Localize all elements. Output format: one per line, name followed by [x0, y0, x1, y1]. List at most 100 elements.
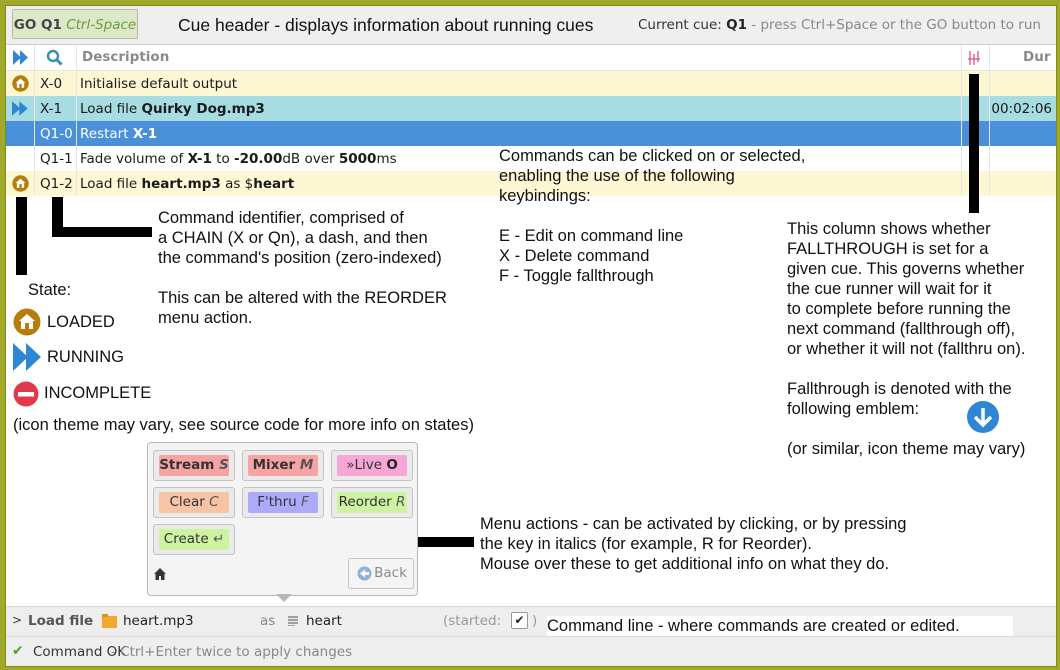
menu-actions-annotation: Menu actions - can be activated by click… — [480, 515, 907, 573]
search-icon[interactable] — [46, 49, 63, 66]
duration-column-header[interactable]: Dur — [1023, 49, 1050, 65]
column-divider — [989, 45, 990, 195]
button-text: F'thru — [257, 494, 301, 510]
name-field[interactable]: heart — [306, 613, 342, 629]
started-close: ) — [532, 613, 538, 629]
status-hint: - Ctrl+Enter twice to apply changes — [111, 644, 353, 660]
cue-description-part: to — [211, 151, 235, 167]
cue-description-part: as $ — [220, 176, 254, 192]
button-text: Stream — [159, 457, 220, 473]
button-key: ↵ — [212, 531, 225, 547]
cue-description-part: Load file — [80, 176, 142, 192]
cue-description-part: X-1 — [132, 126, 158, 142]
fallthrough-column-icon[interactable] — [967, 50, 981, 66]
go-button[interactable]: GO Q1 Ctrl-Space — [12, 9, 138, 39]
command-verb[interactable]: Load file — [28, 613, 93, 629]
column-divider — [76, 45, 77, 195]
fallthrough-button-label: F'thru F — [248, 492, 318, 513]
loaded-state-icon — [12, 75, 29, 92]
annotation-pointer — [969, 74, 979, 213]
cue-row[interactable]: X-1 Load file Quirky Dog.mp3 00:02:06 — [6, 96, 1056, 121]
started-checkbox[interactable]: ✔ — [511, 612, 528, 629]
cue-header: GO Q1 Ctrl-Space Cue header - displays i… — [6, 6, 1056, 45]
cue-description: Load file heart.mp3 as $heart — [80, 176, 294, 192]
loaded-state-icon — [13, 308, 41, 336]
cue-id: Q1-0 — [40, 126, 73, 142]
cue-description: Load file Quirky Dog.mp3 — [80, 101, 265, 117]
clear-button-label: Clear C — [159, 492, 229, 513]
annotation-pointer — [52, 227, 152, 237]
current-cue-info: Current cue: Q1 - press Ctrl+Space or th… — [638, 17, 1041, 33]
commands-annotation: Commands can be clicked on or selected, … — [499, 147, 806, 285]
cue-row[interactable]: Q1-0 Restart X-1 — [6, 121, 1056, 146]
state-running-label: RUNNING — [47, 348, 124, 366]
state-incomplete-label: INCOMPLETE — [44, 384, 152, 402]
as-label: as — [260, 613, 276, 629]
go-button-shortcut: Ctrl-Space — [66, 17, 137, 33]
cue-description: Initialise default output — [80, 76, 237, 92]
audio-file-icon — [102, 614, 117, 628]
button-key: R — [395, 494, 406, 510]
current-cue-value: Q1 — [726, 17, 747, 33]
state-title: State: — [28, 281, 72, 299]
home-icon[interactable] — [153, 567, 167, 581]
app-window: GO Q1 Ctrl-Space Cue header - displays i… — [5, 5, 1057, 667]
back-button-label: Back — [374, 565, 407, 581]
running-state-icon — [13, 343, 41, 371]
cue-id: Q1-1 — [40, 151, 73, 167]
button-key: S — [219, 457, 229, 473]
mixer-button-label: Mixer M — [248, 455, 318, 476]
cue-header-annotation: Cue header - displays information about … — [178, 15, 594, 35]
chevron-right-icon[interactable]: > — [12, 613, 22, 627]
cue-duration: 00:02:06 — [991, 101, 1052, 117]
reorder-button-label: Reorder R — [337, 492, 407, 513]
status-bar: ✔ Command OK - Ctrl+Enter twice to apply… — [6, 636, 1056, 666]
current-cue-label: Current cue: — [638, 17, 722, 33]
incomplete-state-icon — [13, 381, 39, 407]
cue-description: Fade volume of X-1 to -20.00dB over 5000… — [80, 151, 397, 167]
cue-description-part: Initialise default output — [80, 76, 238, 92]
cue-description: Restart X-1 — [80, 126, 157, 142]
cue-description-part: -20.00 — [234, 151, 283, 167]
button-text: Create — [163, 531, 213, 547]
cue-description-part: 5000 — [338, 151, 377, 167]
cue-description-part: Load file — [80, 101, 142, 117]
back-arrow-icon — [357, 566, 372, 581]
description-column-header[interactable]: Description — [82, 49, 169, 65]
popup-pointer — [276, 594, 292, 602]
create-button-label: Create ↵ — [159, 529, 229, 550]
back-button[interactable]: Back — [348, 558, 414, 589]
clear-button[interactable]: Clear C — [153, 487, 235, 518]
button-key: F — [300, 494, 309, 510]
cue-description-part: X-1 — [187, 151, 212, 167]
live-button[interactable]: »Live O — [331, 450, 413, 481]
check-icon: ✔ — [12, 643, 24, 659]
running-state-icon — [12, 101, 28, 116]
text-field-icon — [288, 616, 298, 626]
menu-actions-popup: Stream S Mixer M »Live O Clear C F'thru F Reo… — [147, 442, 418, 602]
stream-button[interactable]: Stream S — [153, 450, 235, 481]
go-button-label: GO Q1 — [13, 17, 62, 33]
button-text: Clear — [169, 494, 210, 510]
file-field[interactable]: heart.mp3 — [123, 613, 194, 629]
cue-description-part: heart — [253, 176, 295, 192]
running-column-icon[interactable] — [13, 50, 29, 65]
cue-description-part: heart.mp3 — [141, 176, 221, 192]
create-button[interactable]: Create ↵ — [153, 524, 235, 555]
column-divider — [34, 45, 35, 195]
button-text: »Live — [346, 457, 387, 473]
fallthrough-button[interactable]: F'thru F — [242, 487, 324, 518]
cue-id: X-1 — [40, 101, 63, 117]
reorder-button[interactable]: Reorder R — [331, 487, 413, 518]
loaded-state-icon — [12, 175, 29, 192]
annotation-pointer — [16, 197, 27, 275]
cue-row[interactable]: X-0 Initialise default output — [6, 71, 1056, 96]
mixer-button[interactable]: Mixer M — [242, 450, 324, 481]
state-loaded-label: LOADED — [47, 313, 115, 331]
cue-list-header: Description Dur — [6, 45, 1056, 71]
cue-id: X-0 — [40, 76, 63, 92]
command-id-annotation: Command identifier, comprised of a CHAIN… — [158, 209, 447, 327]
column-divider — [961, 45, 962, 195]
button-text: Mixer — [252, 457, 300, 473]
live-button-label: »Live O — [337, 455, 407, 476]
